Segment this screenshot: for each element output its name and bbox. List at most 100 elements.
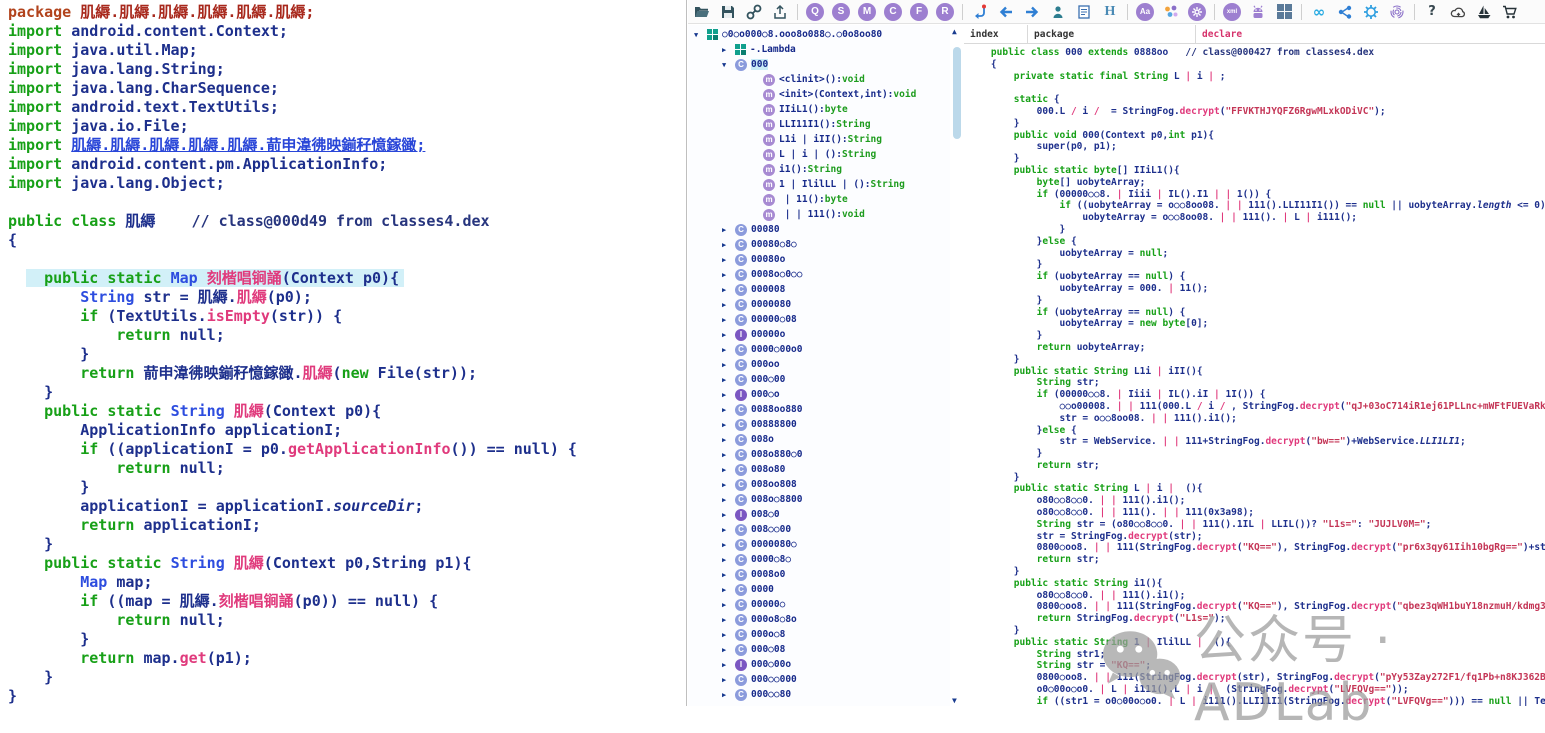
- tree-class-item[interactable]: ▶C00080o: [688, 252, 950, 267]
- expander-icon[interactable]: ▼: [722, 61, 735, 69]
- android-icon[interactable]: [1249, 3, 1267, 21]
- expander-icon[interactable]: ▶: [722, 436, 735, 444]
- ship-icon[interactable]: [1475, 3, 1493, 21]
- xml-manifest-icon[interactable]: xml: [1223, 3, 1241, 21]
- expander-icon[interactable]: ▶: [722, 331, 735, 339]
- tree-class-item[interactable]: ▶C0000080○: [688, 537, 950, 552]
- tree-class-item[interactable]: ▶C00080○8○: [688, 237, 950, 252]
- fingerprint-icon[interactable]: [1388, 3, 1406, 21]
- tree-class-item[interactable]: ▶C00000○08: [688, 312, 950, 327]
- expander-icon[interactable]: ▶: [722, 286, 735, 294]
- tree-method-item[interactable]: mLLI11I1():String: [688, 117, 950, 132]
- rename-aa-icon[interactable]: Aa: [1136, 3, 1154, 21]
- tree-method-item[interactable]: mIIiL1():byte: [688, 102, 950, 117]
- tree-class-item[interactable]: ▶C0000○00o0: [688, 342, 950, 357]
- tree-method-item[interactable]: m1 | IlilLL | ():String: [688, 177, 950, 192]
- tree-class-item[interactable]: ▶C008o80: [688, 462, 950, 477]
- share-nodes-icon[interactable]: [1336, 3, 1354, 21]
- expander-icon[interactable]: ▶: [722, 241, 735, 249]
- tree-package-item[interactable]: ▶-.Lambda: [688, 42, 950, 57]
- expander-icon[interactable]: ▶: [722, 406, 735, 414]
- tree-class-item[interactable]: ▶C008oo808: [688, 477, 950, 492]
- tree-class-item[interactable]: ▶C000○○000: [688, 672, 950, 687]
- expander-icon[interactable]: ▶: [722, 451, 735, 459]
- tree-interface-item[interactable]: ▶I008○0: [688, 507, 950, 522]
- tree-method-item[interactable]: mL1i | iII():String: [688, 132, 950, 147]
- symbol-s-icon[interactable]: S: [832, 3, 850, 21]
- expander-icon[interactable]: ▶: [722, 616, 735, 624]
- expander-icon[interactable]: ▶: [722, 361, 735, 369]
- expander-icon[interactable]: ▶: [722, 691, 735, 699]
- expander-icon[interactable]: ▶: [722, 646, 735, 654]
- hex-view-icon[interactable]: H: [1101, 3, 1119, 21]
- expander-icon[interactable]: ▶: [722, 481, 735, 489]
- tree-interface-item[interactable]: ▶I00000o: [688, 327, 950, 342]
- scroll-down-icon[interactable]: ▼: [952, 696, 957, 705]
- tree-method-item[interactable]: mi1():String: [688, 162, 950, 177]
- expander-icon[interactable]: ▶: [722, 661, 735, 669]
- tree-class-item[interactable]: ▶C000○○80: [688, 687, 950, 702]
- tree-method-item[interactable]: m<clinit>():void: [688, 72, 950, 87]
- user-icon[interactable]: [1049, 3, 1067, 21]
- cart-icon[interactable]: [1501, 3, 1519, 21]
- decompiled-source-panel[interactable]: package 肌縟.肌縟.肌縟.肌縟.肌縟.肌縟;import android…: [0, 0, 687, 706]
- save-icon[interactable]: [719, 3, 737, 21]
- expander-icon[interactable]: ▶: [722, 256, 735, 264]
- declaration-code-panel[interactable]: public class 000 extends 0888oo // class…: [964, 44, 1545, 706]
- settings-gear-icon[interactable]: [1188, 3, 1206, 21]
- symbol-m-icon[interactable]: M: [858, 3, 876, 21]
- infinity-icon[interactable]: ∞: [1310, 3, 1328, 21]
- expander-icon[interactable]: ▶: [722, 601, 735, 609]
- symbol-q-icon[interactable]: Q: [806, 3, 824, 21]
- tab-declare[interactable]: declare: [1196, 25, 1545, 43]
- tree-class-item[interactable]: ▶C000o○8: [688, 627, 950, 642]
- help-icon[interactable]: ?: [1423, 3, 1441, 21]
- cloud-upload-icon[interactable]: [1449, 3, 1467, 21]
- open-file-icon[interactable]: [693, 3, 711, 21]
- expander-icon[interactable]: ▶: [722, 316, 735, 324]
- expander-icon[interactable]: ▶: [722, 421, 735, 429]
- tree-class-item[interactable]: ▶C000008: [688, 282, 950, 297]
- tree-method-item[interactable]: m | | 111():void: [688, 207, 950, 222]
- expander-icon[interactable]: ▶: [722, 496, 735, 504]
- expander-icon[interactable]: ▶: [722, 271, 735, 279]
- tree-class-item[interactable]: ▶C0000○8○: [688, 552, 950, 567]
- tree-class-item[interactable]: ▶C008o○8800: [688, 492, 950, 507]
- expander-icon[interactable]: ▶: [722, 301, 735, 309]
- expander-icon[interactable]: ▶: [722, 391, 735, 399]
- tree-class-item[interactable]: ▶C00888800: [688, 417, 950, 432]
- expander-icon[interactable]: ▶: [722, 676, 735, 684]
- expander-icon[interactable]: ▶: [722, 526, 735, 534]
- tree-interface-item[interactable]: ▶I000○00o: [688, 657, 950, 672]
- expander-icon[interactable]: ▶: [722, 346, 735, 354]
- tree-class-item[interactable]: ▶C000o8○8o: [688, 612, 950, 627]
- expander-icon[interactable]: ▶: [722, 511, 735, 519]
- expander-icon[interactable]: ▶: [722, 376, 735, 384]
- tree-class-item[interactable]: ▶C0008o0: [688, 567, 950, 582]
- symbol-r-icon[interactable]: R: [936, 3, 954, 21]
- expander-icon[interactable]: ▶: [722, 46, 735, 54]
- tree-class-item[interactable]: ▶C00000○: [688, 597, 950, 612]
- export-icon[interactable]: [771, 3, 789, 21]
- expander-icon[interactable]: ▼: [694, 31, 707, 39]
- theme-dots-icon[interactable]: [1162, 3, 1180, 21]
- preferences-gear-icon[interactable]: [1362, 3, 1380, 21]
- expander-icon[interactable]: ▶: [722, 631, 735, 639]
- back-icon[interactable]: [997, 3, 1015, 21]
- tree-class-item[interactable]: ▶C0000080: [688, 297, 950, 312]
- tree-class-item[interactable]: ▶C000○00: [688, 372, 950, 387]
- expander-icon[interactable]: ▶: [722, 226, 735, 234]
- tree-class-item[interactable]: ▶C000oo: [688, 357, 950, 372]
- tree-class-item[interactable]: ▼C000: [688, 57, 950, 72]
- scrollbar-thumb[interactable]: [953, 47, 961, 139]
- tree-class-item[interactable]: ▶C0000: [688, 582, 950, 597]
- tree-class-item[interactable]: ▶C008o: [688, 432, 950, 447]
- tab-package[interactable]: package: [1028, 25, 1196, 43]
- expander-icon[interactable]: ▶: [722, 556, 735, 564]
- link-icon[interactable]: [745, 3, 763, 21]
- tree-class-item[interactable]: ▶C008○○00: [688, 522, 950, 537]
- symbol-c-icon[interactable]: C: [884, 3, 902, 21]
- expander-icon[interactable]: ▶: [722, 541, 735, 549]
- symbol-f-icon[interactable]: F: [910, 3, 928, 21]
- forward-icon[interactable]: [1023, 3, 1041, 21]
